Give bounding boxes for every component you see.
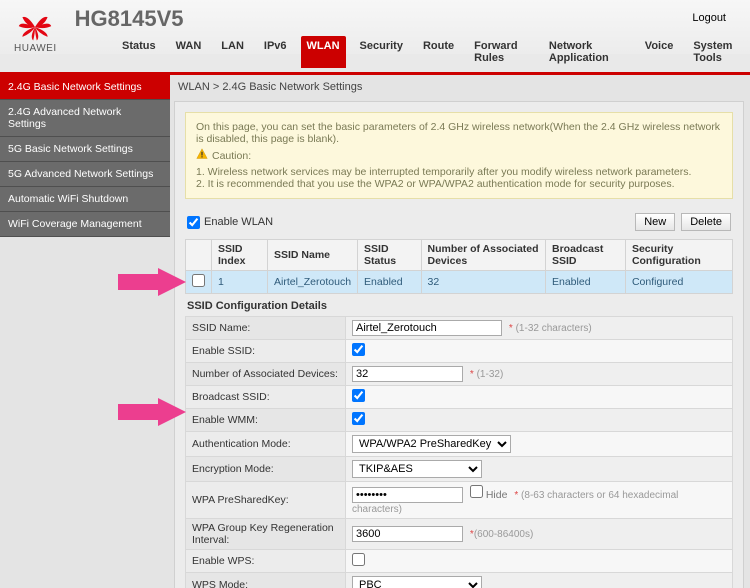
table-header: SSID Name xyxy=(268,240,358,271)
ssid-name-label: SSID Name: xyxy=(186,317,346,340)
topnav-item-security[interactable]: Security xyxy=(354,36,409,68)
annotation-arrow-icon xyxy=(118,398,186,429)
assoc-devices-input[interactable] xyxy=(352,366,463,382)
enable-wps-checkbox[interactable] xyxy=(352,553,365,566)
huawei-logo-icon xyxy=(17,13,53,41)
table-header xyxy=(186,240,212,271)
sidebar: 2.4G Basic Network Settings2.4G Advanced… xyxy=(0,75,170,588)
sidebar-item[interactable]: WiFi Coverage Management xyxy=(0,212,170,237)
sidebar-item[interactable]: 5G Basic Network Settings xyxy=(0,137,170,162)
broadcast-ssid-label: Broadcast SSID: xyxy=(186,386,346,409)
group-key-label: WPA Group Key Regeneration Interval: xyxy=(186,519,346,550)
brand-text: HUAWEI xyxy=(14,43,57,54)
enable-wps-label: Enable WPS: xyxy=(186,550,346,573)
hide-psk-label: Hide xyxy=(486,489,508,501)
table-header-row: SSID IndexSSID NameSSID StatusNumber of … xyxy=(186,240,733,271)
topnav-item-voice[interactable]: Voice xyxy=(639,36,680,68)
annotation-arrow-icon xyxy=(118,268,186,299)
table-header: SSID Index xyxy=(212,240,268,271)
table-header: Number of Associated Devices xyxy=(421,240,546,271)
assoc-devices-label: Number of Associated Devices: xyxy=(186,363,346,386)
delete-button[interactable]: Delete xyxy=(681,213,731,231)
logout-link[interactable]: Logout xyxy=(692,12,726,24)
enable-ssid-checkbox[interactable] xyxy=(352,343,365,356)
model-number: HG8145V5 xyxy=(75,6,184,32)
group-key-hint: *(600-86400s) xyxy=(470,529,533,540)
top-nav: StatusWANLANIPv6WLANSecurityRouteForward… xyxy=(0,36,750,72)
sidebar-item[interactable]: 5G Advanced Network Settings xyxy=(0,162,170,187)
cell-ssid-index: 1 xyxy=(212,271,268,294)
topnav-item-lan[interactable]: LAN xyxy=(215,36,250,68)
topnav-item-network-application[interactable]: Network Application xyxy=(543,36,631,68)
enc-mode-select[interactable]: TKIP&AES xyxy=(352,460,482,478)
section-title: SSID Configuration Details xyxy=(185,294,733,316)
topnav-item-forward-rules[interactable]: Forward Rules xyxy=(468,36,535,68)
enable-wmm-checkbox[interactable] xyxy=(352,412,365,425)
auth-mode-select[interactable]: WPA/WPA2 PreSharedKey xyxy=(352,435,511,453)
notice-line: On this page, you can set the basic para… xyxy=(196,121,722,145)
ssid-name-input[interactable] xyxy=(352,320,502,336)
wpa-psk-input[interactable] xyxy=(352,487,463,503)
topnav-item-system-tools[interactable]: System Tools xyxy=(687,36,750,68)
new-button[interactable]: New xyxy=(635,213,675,231)
notice-line: 1. Wireless network services may be inte… xyxy=(196,166,722,178)
topnav-item-wlan[interactable]: WLAN xyxy=(301,36,346,68)
ssid-name-hint: * (1-32 characters) xyxy=(509,323,592,334)
cell-broadcast: Enabled xyxy=(546,271,626,294)
group-key-input[interactable] xyxy=(352,526,463,542)
ssid-table: SSID IndexSSID NameSSID StatusNumber of … xyxy=(185,239,733,294)
wps-mode-label: WPS Mode: xyxy=(186,573,346,588)
ssid-config-form: SSID Name: * (1-32 characters) Enable SS… xyxy=(185,316,733,588)
table-header: Broadcast SSID xyxy=(546,240,626,271)
enable-wmm-label: Enable WMM: xyxy=(186,409,346,432)
wps-mode-select[interactable]: PBC xyxy=(352,576,482,588)
row-select-checkbox[interactable] xyxy=(192,274,205,287)
table-header: SSID Status xyxy=(358,240,421,271)
wlan-toolbar: Enable WLAN New Delete xyxy=(185,209,733,235)
settings-panel: On this page, you can set the basic para… xyxy=(174,101,744,588)
sidebar-item[interactable]: Automatic WiFi Shutdown xyxy=(0,187,170,212)
notice-line: 2. It is recommended that you use the WP… xyxy=(196,178,722,190)
main-content: WLAN > 2.4G Basic Network Settings On th… xyxy=(170,75,750,588)
enc-mode-label: Encryption Mode: xyxy=(186,457,346,482)
brand-logo-area: HUAWEI xyxy=(14,13,57,54)
assoc-devices-hint: * (1-32) xyxy=(470,369,503,380)
notice-box: On this page, you can set the basic para… xyxy=(185,112,733,199)
table-row[interactable]: 1 Airtel_Zerotouch Enabled 32 Enabled Co… xyxy=(186,271,733,294)
cell-ssid-status: Enabled xyxy=(358,271,421,294)
topnav-item-status[interactable]: Status xyxy=(116,36,162,68)
cell-security: Configured xyxy=(625,271,732,294)
enable-wlan-checkbox[interactable] xyxy=(187,216,200,229)
cell-assoc-devices: 32 xyxy=(421,271,546,294)
cell-ssid-name: Airtel_Zerotouch xyxy=(268,271,358,294)
auth-mode-label: Authentication Mode: xyxy=(186,432,346,457)
sidebar-item[interactable]: 2.4G Basic Network Settings xyxy=(0,75,170,100)
table-header: Security Configuration xyxy=(625,240,732,271)
broadcast-ssid-checkbox[interactable] xyxy=(352,389,365,402)
sidebar-item[interactable]: 2.4G Advanced Network Settings xyxy=(0,100,170,137)
topnav-item-route[interactable]: Route xyxy=(417,36,460,68)
enable-ssid-label: Enable SSID: xyxy=(186,340,346,363)
enable-wlan-label[interactable]: Enable WLAN xyxy=(187,216,273,229)
topnav-item-wan[interactable]: WAN xyxy=(170,36,208,68)
topnav-item-ipv6[interactable]: IPv6 xyxy=(258,36,293,68)
wpa-psk-label: WPA PreSharedKey: xyxy=(186,482,346,519)
hide-psk-checkbox[interactable] xyxy=(470,485,483,498)
caution-icon xyxy=(196,148,208,163)
caution-label: Caution: xyxy=(212,150,251,162)
breadcrumb: WLAN > 2.4G Basic Network Settings xyxy=(174,75,744,101)
